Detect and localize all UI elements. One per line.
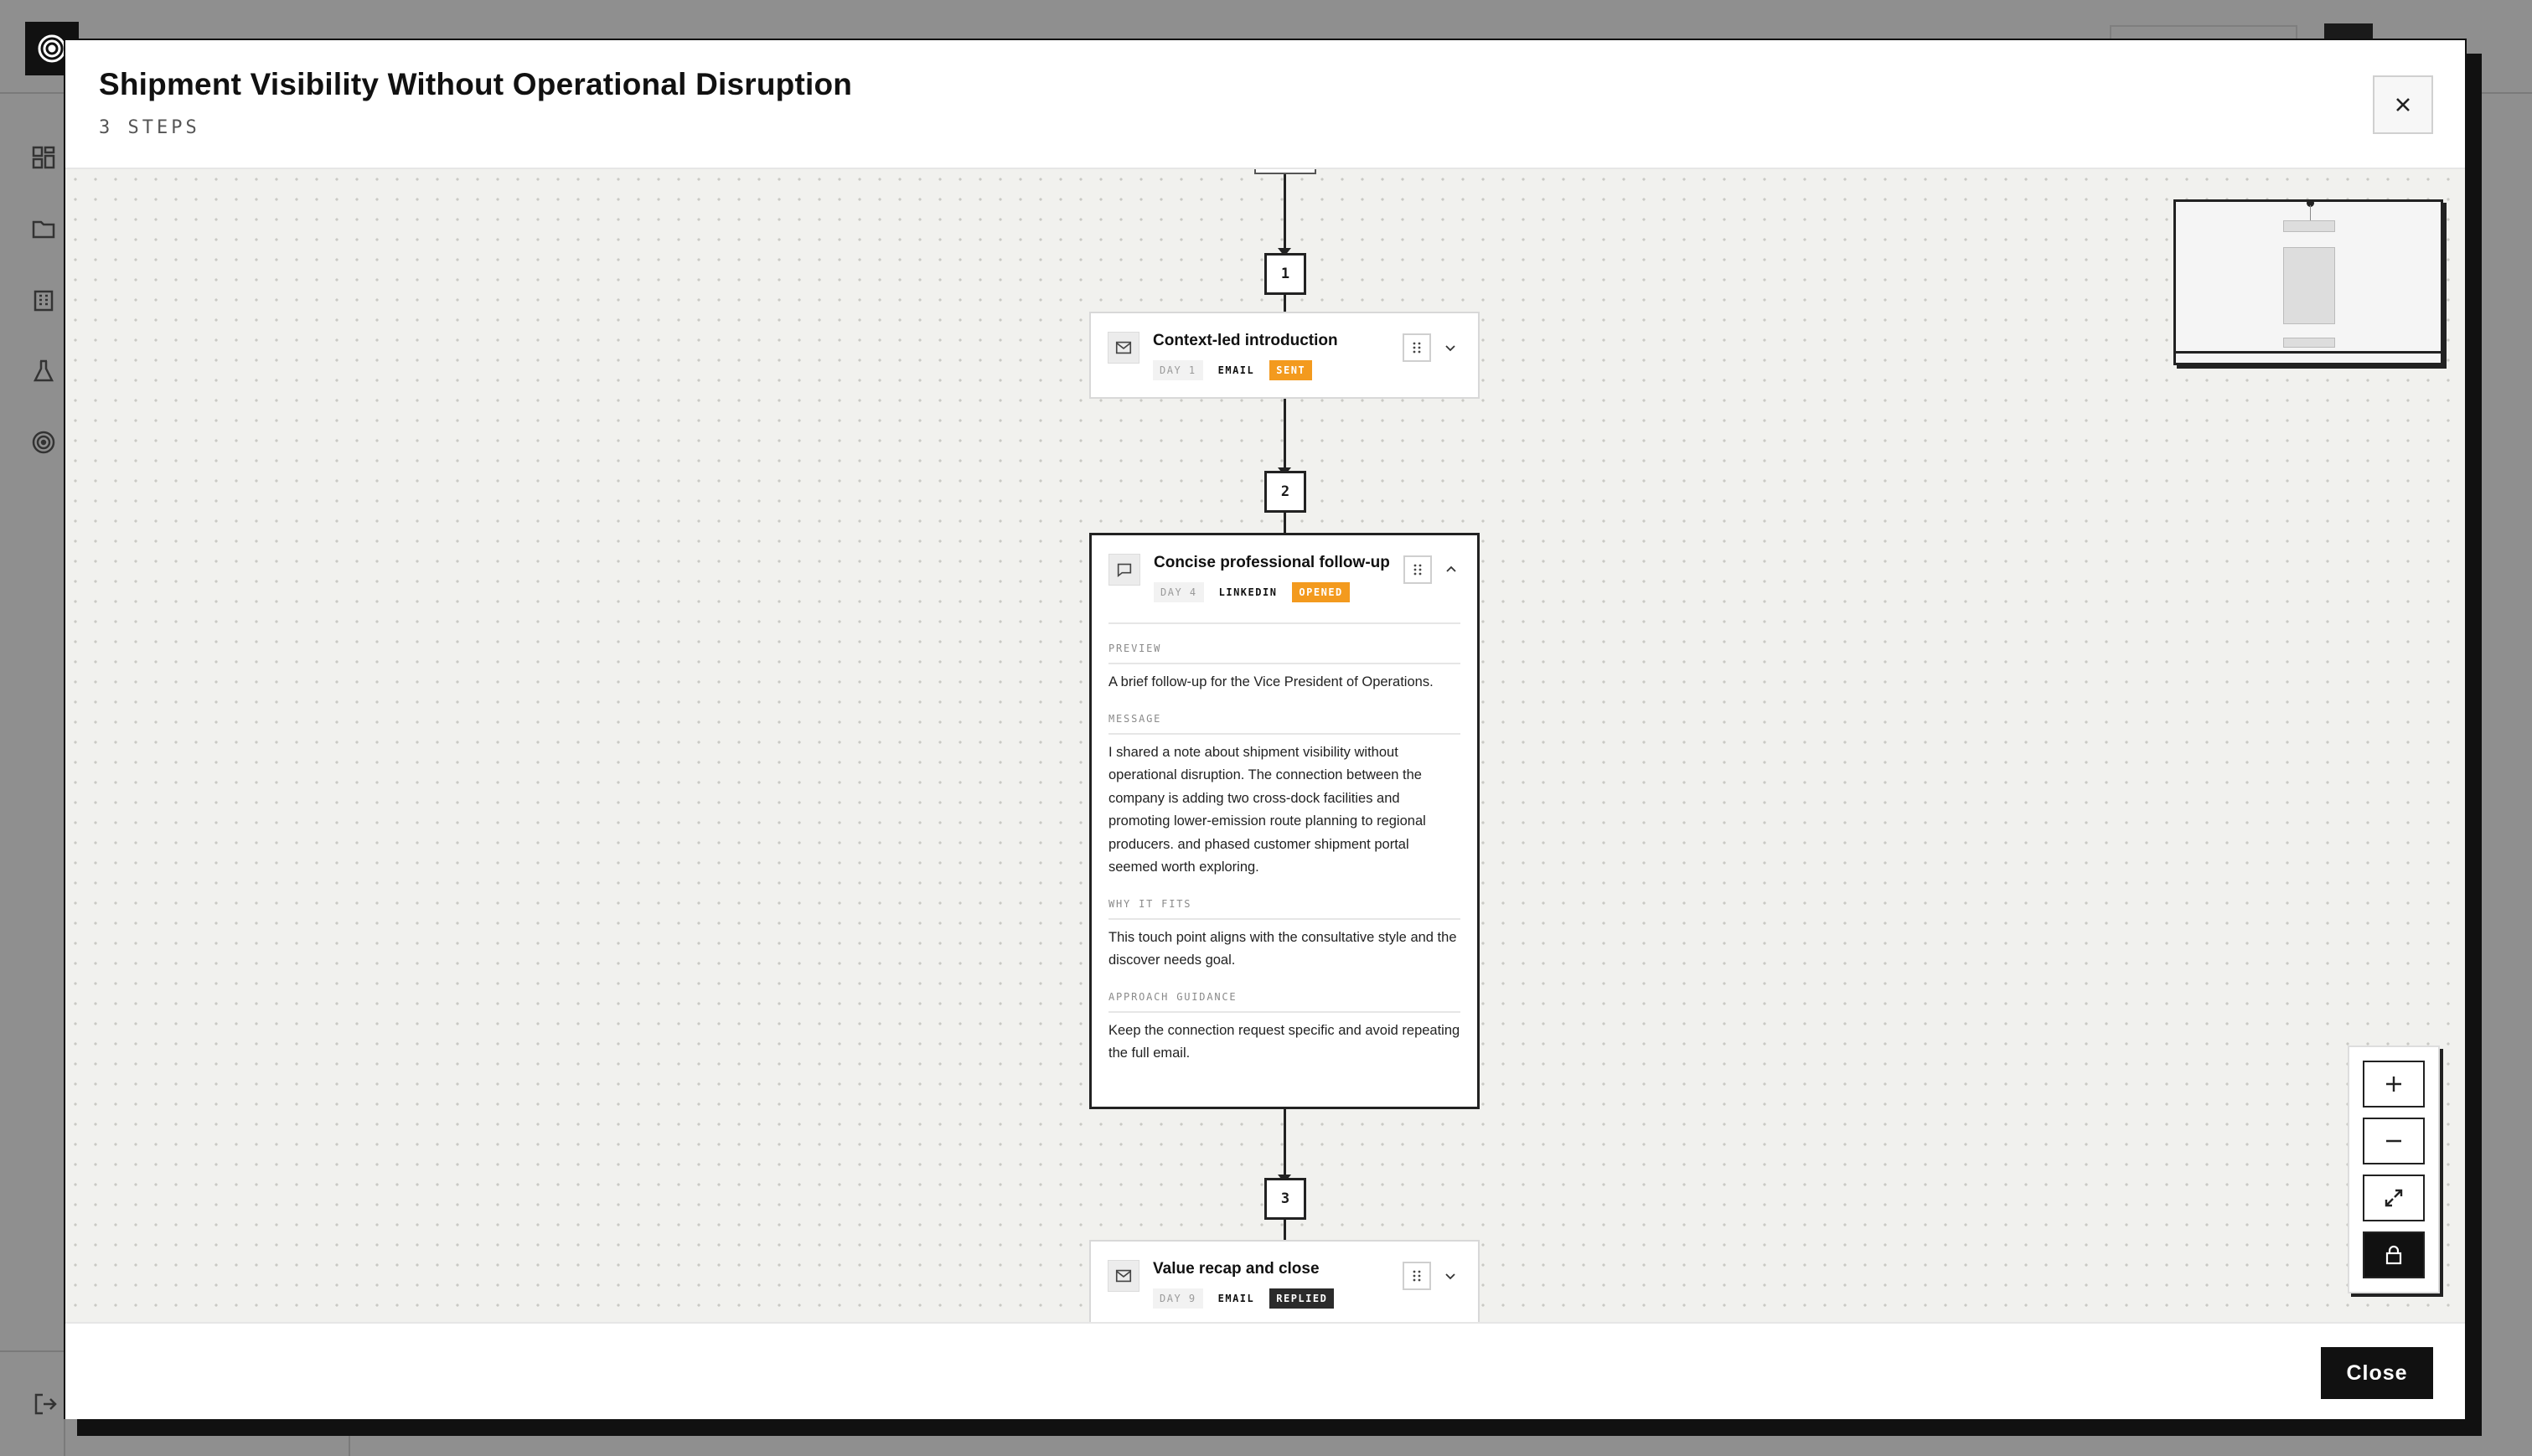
step-card[interactable]: Value recap and close DAY 9 EMAIL REPLIE… bbox=[1089, 1240, 1480, 1322]
drag-handle[interactable] bbox=[1403, 555, 1432, 584]
close-button[interactable]: Close bbox=[2321, 1347, 2433, 1399]
grip-icon bbox=[1413, 1270, 1421, 1282]
step-card[interactable]: Context-led introduction DAY 1 EMAIL SEN… bbox=[1089, 312, 1480, 399]
connector bbox=[1284, 399, 1286, 471]
minimap[interactable] bbox=[2173, 199, 2443, 365]
status-badge: SENT bbox=[1269, 360, 1313, 380]
day-tag: DAY 1 bbox=[1153, 360, 1203, 380]
minimap-node bbox=[2283, 338, 2335, 348]
dashboard-icon bbox=[30, 144, 57, 171]
lock-button[interactable] bbox=[2363, 1231, 2425, 1278]
chevron-down-icon bbox=[1445, 1273, 1455, 1280]
day-tag: DAY 9 bbox=[1153, 1288, 1203, 1309]
close-icon bbox=[2396, 98, 2410, 111]
fit-view-icon bbox=[2385, 1189, 2403, 1207]
mail-icon bbox=[1108, 1260, 1139, 1292]
approach-guidance-label: APPROACH GUIDANCE bbox=[1108, 991, 1460, 1013]
channel-tag: LINKEDIN bbox=[1218, 586, 1278, 598]
step-details: PREVIEW A brief follow-up for the Vice P… bbox=[1108, 622, 1460, 1066]
zoom-out-icon bbox=[2386, 1139, 2401, 1143]
preview-text: A brief follow-up for the Vice President… bbox=[1108, 674, 1434, 689]
folder-icon bbox=[30, 215, 57, 242]
background-divider bbox=[0, 1350, 65, 1352]
connector bbox=[1284, 1220, 1286, 1240]
message-text: I shared a note about shipment visibilit… bbox=[1108, 744, 1426, 875]
drag-handle[interactable] bbox=[1403, 1262, 1431, 1290]
zoom-out-button[interactable] bbox=[2363, 1118, 2425, 1164]
channel-tag: EMAIL bbox=[1217, 364, 1255, 376]
fit-view-button[interactable] bbox=[2363, 1175, 2425, 1221]
step-title: Context-led introduction bbox=[1153, 332, 1338, 349]
status-badge: REPLIED bbox=[1269, 1288, 1335, 1309]
step-card-expanded[interactable]: Concise professional follow-up DAY 4 LIN… bbox=[1089, 533, 1480, 1109]
step-title: Concise professional follow-up bbox=[1154, 554, 1390, 571]
modal-title: Shipment Visibility Without Operational … bbox=[99, 67, 853, 101]
expand-toggle[interactable] bbox=[1441, 1267, 1460, 1285]
flask-icon bbox=[30, 358, 57, 385]
step-number: 1 bbox=[1264, 253, 1306, 295]
minimap-node bbox=[2283, 247, 2335, 324]
expand-toggle[interactable] bbox=[1441, 338, 1460, 357]
grip-icon bbox=[1413, 342, 1421, 354]
minimap-viewport-edge bbox=[2176, 351, 2441, 354]
channel-tag: EMAIL bbox=[1217, 1293, 1255, 1304]
modal-footer: Close bbox=[65, 1322, 2465, 1419]
connector bbox=[1284, 513, 1286, 533]
minimap-connector bbox=[2310, 205, 2311, 222]
approach-guidance-text: Keep the connection request specific and… bbox=[1108, 1022, 1460, 1061]
modal-step-count: 3 STEPS bbox=[99, 117, 200, 138]
grip-icon bbox=[1413, 564, 1422, 576]
mail-icon bbox=[1108, 332, 1139, 364]
step-tags: DAY 1 EMAIL SENT bbox=[1153, 360, 1313, 380]
sequence-modal: Shipment Visibility Without Operational … bbox=[64, 39, 2467, 1419]
why-it-fits-label: WHY IT FITS bbox=[1108, 898, 1460, 920]
message-icon bbox=[1108, 554, 1140, 586]
lock-icon bbox=[2385, 1245, 2402, 1265]
step-number: 3 bbox=[1264, 1178, 1306, 1220]
modal-header: Shipment Visibility Without Operational … bbox=[65, 40, 2465, 169]
connector bbox=[1284, 293, 1286, 312]
zoom-in-button[interactable] bbox=[2363, 1061, 2425, 1107]
preview-label: PREVIEW bbox=[1108, 643, 1460, 664]
step-tags: DAY 4 LINKEDIN OPENED bbox=[1154, 582, 1350, 602]
connector bbox=[1284, 174, 1286, 250]
step-number: 2 bbox=[1264, 471, 1306, 513]
building-icon bbox=[30, 287, 57, 313]
target-icon bbox=[30, 429, 57, 456]
connector bbox=[1284, 1109, 1286, 1178]
step-title: Value recap and close bbox=[1153, 1260, 1320, 1278]
drag-handle[interactable] bbox=[1403, 333, 1431, 362]
step-tags: DAY 9 EMAIL REPLIED bbox=[1153, 1288, 1335, 1309]
chevron-down-icon bbox=[1445, 345, 1455, 352]
chevron-up-icon bbox=[1446, 565, 1456, 572]
collapse-toggle[interactable] bbox=[1442, 560, 1460, 579]
canvas-controls bbox=[2348, 1046, 2440, 1293]
logout-icon bbox=[32, 1391, 59, 1417]
why-it-fits-text: This touch point aligns with the consult… bbox=[1108, 929, 1457, 968]
status-badge: OPENED bbox=[1292, 582, 1350, 602]
day-tag: DAY 4 bbox=[1154, 582, 1204, 602]
message-label: MESSAGE bbox=[1108, 713, 1460, 735]
modal-close-button[interactable] bbox=[2373, 75, 2433, 134]
zoom-in-icon bbox=[2386, 1077, 2401, 1092]
background-sidebar bbox=[0, 94, 65, 1456]
minimap-node bbox=[2283, 220, 2335, 232]
flow-canvas[interactable]: 1 Context-led introduction DAY 1 EMAIL S… bbox=[65, 169, 2465, 1322]
